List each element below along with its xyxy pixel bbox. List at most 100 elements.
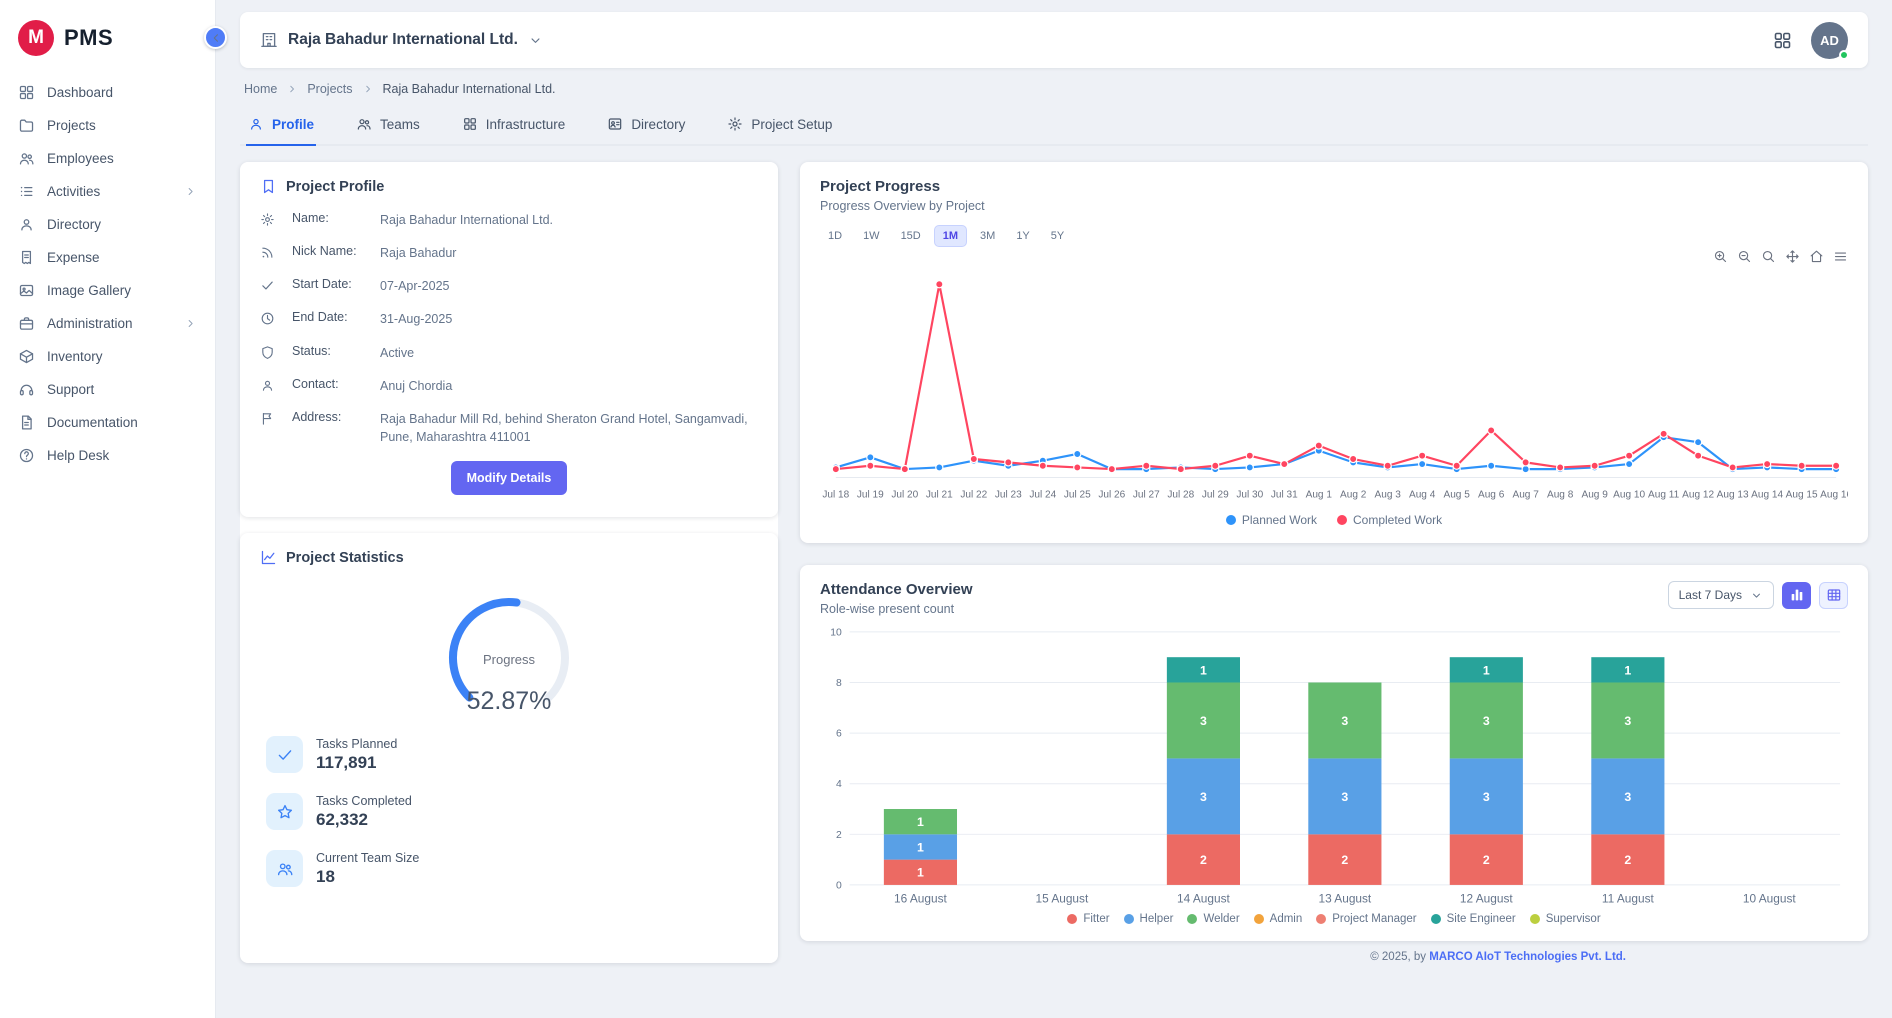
flag-icon [260, 410, 284, 426]
profile-tab-icon [248, 116, 264, 132]
svg-text:15 August: 15 August [1035, 892, 1088, 906]
svg-text:8: 8 [836, 678, 842, 689]
stat-value: 18 [316, 867, 419, 887]
profile-field-name: Name:Raja Bahadur International Ltd. [260, 211, 758, 229]
chart-view-button[interactable] [1782, 582, 1811, 609]
sidebar-item-inventory[interactable]: Inventory [0, 340, 215, 373]
profile-fields: Name:Raja Bahadur International Ltd.Nick… [260, 211, 758, 446]
sidebar-collapse-button[interactable] [204, 26, 227, 49]
image-gallery-icon [18, 282, 35, 299]
modify-details-button[interactable]: Modify Details [451, 461, 568, 495]
breadcrumb-item-projects[interactable]: Projects [307, 82, 352, 96]
legend-fitter[interactable]: Fitter [1067, 913, 1109, 925]
user-icon [260, 377, 284, 393]
sidebar-item-support[interactable]: Support [0, 373, 215, 406]
svg-text:Aug 9: Aug 9 [1581, 489, 1608, 500]
breadcrumb-item-home[interactable]: Home [244, 82, 277, 96]
tab-profile[interactable]: Profile [246, 108, 316, 144]
chart-menu-icon[interactable] [1833, 249, 1848, 264]
legend-helper[interactable]: Helper [1124, 913, 1174, 925]
sidebar-item-administration[interactable]: Administration [0, 307, 215, 340]
svg-text:Jul 28: Jul 28 [1167, 489, 1194, 500]
svg-text:Aug 5: Aug 5 [1443, 489, 1470, 500]
zoom-in-icon[interactable] [1713, 249, 1728, 264]
tab-teams[interactable]: Teams [354, 108, 422, 144]
profile-field-address: Address:Raja Bahadur Mill Rd, behind She… [260, 410, 758, 446]
legend-supervisor[interactable]: Supervisor [1530, 913, 1601, 925]
reset-zoom-icon[interactable] [1809, 249, 1824, 264]
pan-icon[interactable] [1785, 249, 1800, 264]
svg-text:Jul 20: Jul 20 [891, 489, 918, 500]
sidebar-item-help-desk[interactable]: Help Desk [0, 439, 215, 472]
svg-text:Jul 19: Jul 19 [857, 489, 884, 500]
zoom-out-icon[interactable] [1737, 249, 1752, 264]
svg-text:2: 2 [1341, 853, 1348, 867]
sidebar-item-documentation[interactable]: Documentation [0, 406, 215, 439]
svg-text:Aug 12: Aug 12 [1682, 489, 1714, 500]
range-button-1d[interactable]: 1D [820, 226, 850, 246]
range-button-1w[interactable]: 1W [855, 226, 888, 246]
project-progress-chart: Jul 18Jul 19Jul 20Jul 21Jul 22Jul 23Jul … [820, 264, 1848, 511]
tab-infrastructure[interactable]: Infrastructure [460, 108, 568, 144]
tab-directory[interactable]: Directory [605, 108, 687, 144]
range-button-1y[interactable]: 1Y [1008, 226, 1037, 246]
table-view-button[interactable] [1819, 582, 1848, 609]
field-value: 07-Apr-2025 [380, 277, 758, 295]
legend-site-engineer[interactable]: Site Engineer [1431, 913, 1516, 925]
legend-welder[interactable]: Welder [1187, 913, 1239, 925]
app-logo[interactable]: M PMS [0, 0, 215, 76]
date-range-value: Last 7 Days [1679, 588, 1742, 602]
left-column: Project Profile Name:Raja Bahadur Intern… [240, 162, 778, 963]
project-profile-card: Project Profile Name:Raja Bahadur Intern… [240, 162, 778, 517]
legend-planned-work[interactable]: Planned Work [1226, 513, 1317, 527]
tab-project-setup[interactable]: Project Setup [725, 108, 834, 144]
field-value: Raja Bahadur International Ltd. [380, 211, 758, 229]
svg-text:12 August: 12 August [1460, 892, 1513, 906]
sidebar-item-image-gallery[interactable]: Image Gallery [0, 274, 215, 307]
legend-completed-work[interactable]: Completed Work [1337, 513, 1442, 527]
team-icon [266, 850, 303, 887]
field-value: 31-Aug-2025 [380, 310, 758, 328]
svg-text:3: 3 [1341, 790, 1348, 804]
sidebar-item-activities[interactable]: Activities [0, 175, 215, 208]
sidebar-item-employees[interactable]: Employees [0, 142, 215, 175]
line-chart-legend: Planned Work Completed Work [820, 513, 1848, 527]
svg-text:Aug 3: Aug 3 [1375, 489, 1402, 500]
page-footer: © 2025, by MARCO AIoT Technologies Pvt. … [800, 941, 1868, 963]
legend-dot [1187, 914, 1197, 924]
svg-text:14 August: 14 August [1177, 892, 1230, 906]
sidebar-item-directory[interactable]: Directory [0, 208, 215, 241]
range-button-1m[interactable]: 1M [934, 225, 967, 247]
teams-tab-icon [356, 116, 372, 132]
project-statistics-card: Project Statistics Progress 52.87% Tasks… [240, 533, 778, 963]
sidebar-item-expense[interactable]: Expense [0, 241, 215, 274]
attendance-chart: 024681016 August11115 August14 August233… [820, 622, 1848, 911]
chevron-right-icon [184, 317, 197, 330]
range-button-3m[interactable]: 3M [972, 226, 1003, 246]
sidebar-item-label: Inventory [47, 349, 103, 364]
svg-text:Aug 6: Aug 6 [1478, 489, 1505, 500]
selection-zoom-icon[interactable] [1761, 249, 1776, 264]
footer-company-link[interactable]: MARCO AIoT Technologies Pvt. Ltd. [1429, 951, 1626, 963]
user-avatar[interactable]: AD [1811, 22, 1848, 59]
company-selector[interactable]: Raja Bahadur International Ltd. [260, 31, 543, 49]
legend-admin[interactable]: Admin [1254, 913, 1303, 925]
range-button-15d[interactable]: 15D [893, 226, 929, 246]
svg-text:Jul 24: Jul 24 [1029, 489, 1056, 500]
date-range-select[interactable]: Last 7 Days [1668, 581, 1774, 609]
stat-value: 117,891 [316, 753, 397, 773]
profile-field-contact: Contact:Anuj Chordia [260, 377, 758, 395]
svg-text:Aug 13: Aug 13 [1717, 489, 1749, 500]
chevron-right-icon [184, 185, 197, 198]
svg-text:6: 6 [836, 729, 842, 740]
apps-grid-button[interactable] [1772, 30, 1793, 51]
svg-text:4: 4 [836, 779, 842, 790]
employees-icon [18, 150, 35, 167]
sidebar-item-projects[interactable]: Projects [0, 109, 215, 142]
chevron-right-icon [286, 83, 298, 95]
legend-project-manager[interactable]: Project Manager [1316, 913, 1416, 925]
range-button-5y[interactable]: 5Y [1043, 226, 1072, 246]
sidebar-item-dashboard[interactable]: Dashboard [0, 76, 215, 109]
building-icon [260, 31, 278, 49]
cog-icon [260, 211, 284, 227]
